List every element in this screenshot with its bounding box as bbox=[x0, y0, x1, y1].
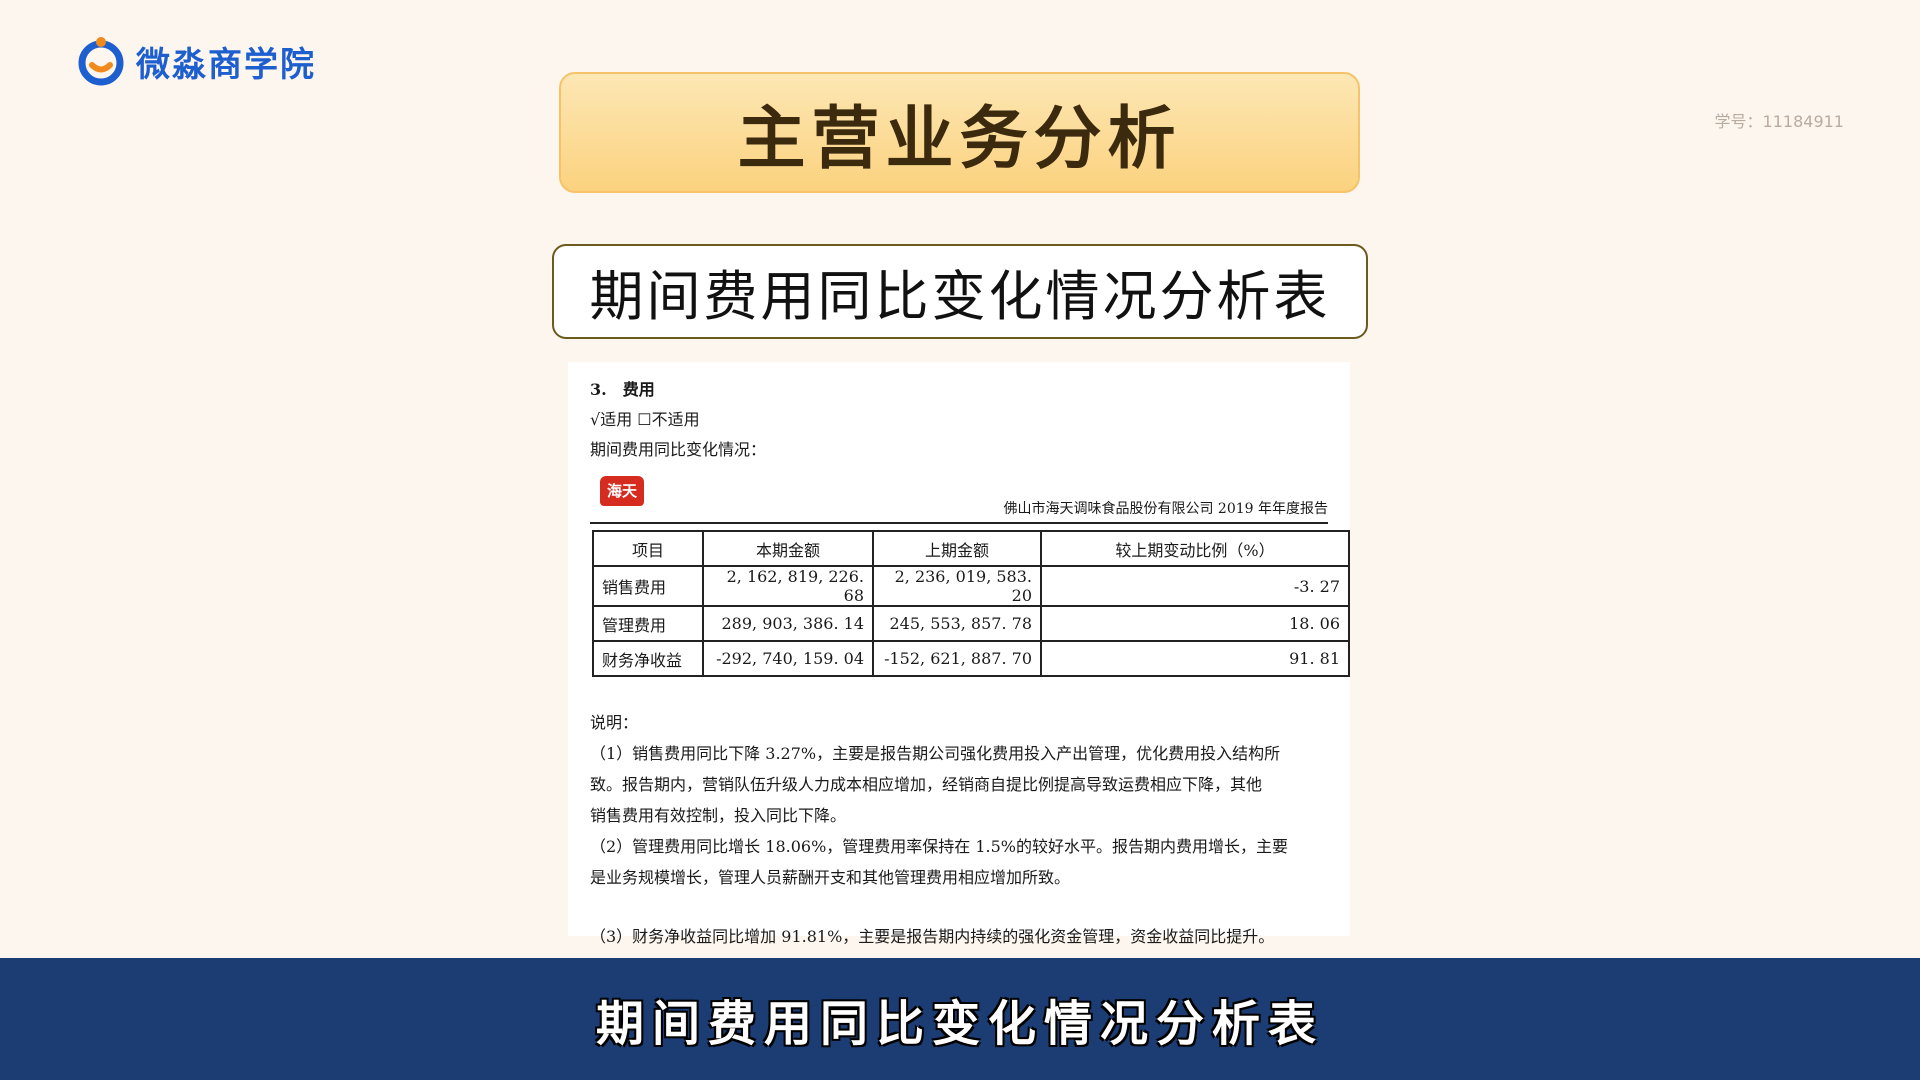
applicability-line: √适用 ☐不适用 bbox=[590, 410, 700, 429]
col-header: 上期金额 bbox=[872, 530, 1042, 567]
notes: 说明： （1）销售费用同比下降 3.27%，主要是报告期公司强化费用投入产出管理… bbox=[590, 707, 1338, 952]
report-header: 海天 佛山市海天调味食品股份有限公司 2019 年年度报告 bbox=[590, 472, 1328, 524]
logo-text: 微淼商学院 bbox=[136, 44, 316, 85]
note-line: 是业务规模增长，管理人员薪酬开支和其他管理费用相应增加所致。 bbox=[590, 868, 1071, 887]
prior-amount: 2, 236, 019, 583. 20 bbox=[872, 565, 1042, 607]
row-label: 财务净收益 bbox=[592, 640, 704, 677]
brand-logo: 微淼商学院 bbox=[76, 36, 316, 86]
prior-amount: -152, 621, 887. 70 bbox=[872, 640, 1042, 677]
row-label: 管理费用 bbox=[592, 605, 704, 642]
current-amount: 2, 162, 819, 226. 68 bbox=[702, 565, 874, 607]
change-pct: 91. 81 bbox=[1040, 640, 1350, 677]
report-title: 佛山市海天调味食品股份有限公司 2019 年年度报告 bbox=[1003, 501, 1328, 517]
report-excerpt: 3. 费用 √适用 ☐不适用 期间费用同比变化情况： 海天 佛山市海天调味食品股… bbox=[568, 362, 1350, 946]
notes-title: 说明： bbox=[590, 713, 639, 732]
table-row: 销售费用 2, 162, 819, 226. 68 2, 236, 019, 5… bbox=[592, 565, 1350, 607]
note-line: （3）财务净收益同比增加 91.81%，主要是报告期内持续的强化资金管理，资金收… bbox=[590, 927, 1275, 946]
note-line: （1）销售费用同比下降 3.27%，主要是报告期公司强化费用投入产出管理，优化费… bbox=[590, 744, 1281, 763]
student-id: 学号：11184911 bbox=[1714, 112, 1844, 131]
page-subtitle: 期间费用同比变化情况分析表 bbox=[589, 265, 1331, 328]
current-amount: 289, 903, 386. 14 bbox=[702, 605, 874, 642]
haitian-logo: 海天 bbox=[600, 476, 644, 506]
table-row: 管理费用 289, 903, 386. 14 245, 553, 857. 78… bbox=[592, 605, 1350, 642]
table-header-row: 项目 本期金额 上期金额 较上期变动比例（%） bbox=[592, 530, 1350, 567]
caption-text: 期间费用同比变化情况分析表 bbox=[595, 996, 1324, 1052]
change-pct: -3. 27 bbox=[1040, 565, 1350, 607]
col-header: 较上期变动比例（%） bbox=[1040, 530, 1350, 567]
title-banner: 主营业务分析 bbox=[559, 72, 1360, 193]
caption-bar: 期间费用同比变化情况分析表 bbox=[0, 958, 1920, 1080]
col-header: 本期金额 bbox=[702, 530, 874, 567]
prior-amount: 245, 553, 857. 78 bbox=[872, 605, 1042, 642]
col-header: 项目 bbox=[592, 530, 704, 567]
subtitle-box: 期间费用同比变化情况分析表 bbox=[552, 244, 1368, 339]
note-line: （2）管理费用同比增长 18.06%，管理费用率保持在 1.5%的较好水平。报告… bbox=[590, 837, 1289, 856]
intro-line: 期间费用同比变化情况： bbox=[590, 440, 767, 459]
smile-ring-icon bbox=[76, 36, 126, 86]
change-pct: 18. 06 bbox=[1040, 605, 1350, 642]
current-amount: -292, 740, 159. 04 bbox=[702, 640, 874, 677]
page-title: 主营业务分析 bbox=[737, 100, 1182, 179]
note-line: 致。报告期内，营销队伍升级人力成本相应增加，经销商自提比例提高导致运费相应下降，… bbox=[590, 775, 1263, 794]
section-heading: 3. 费用 bbox=[590, 380, 655, 399]
row-label: 销售费用 bbox=[592, 565, 704, 607]
expense-table: 项目 本期金额 上期金额 较上期变动比例（%） 销售费用 2, 162, 819… bbox=[592, 530, 1350, 677]
table-row: 财务净收益 -292, 740, 159. 04 -152, 621, 887.… bbox=[592, 640, 1350, 677]
note-line: 销售费用有效控制，投入同比下降。 bbox=[590, 806, 847, 825]
